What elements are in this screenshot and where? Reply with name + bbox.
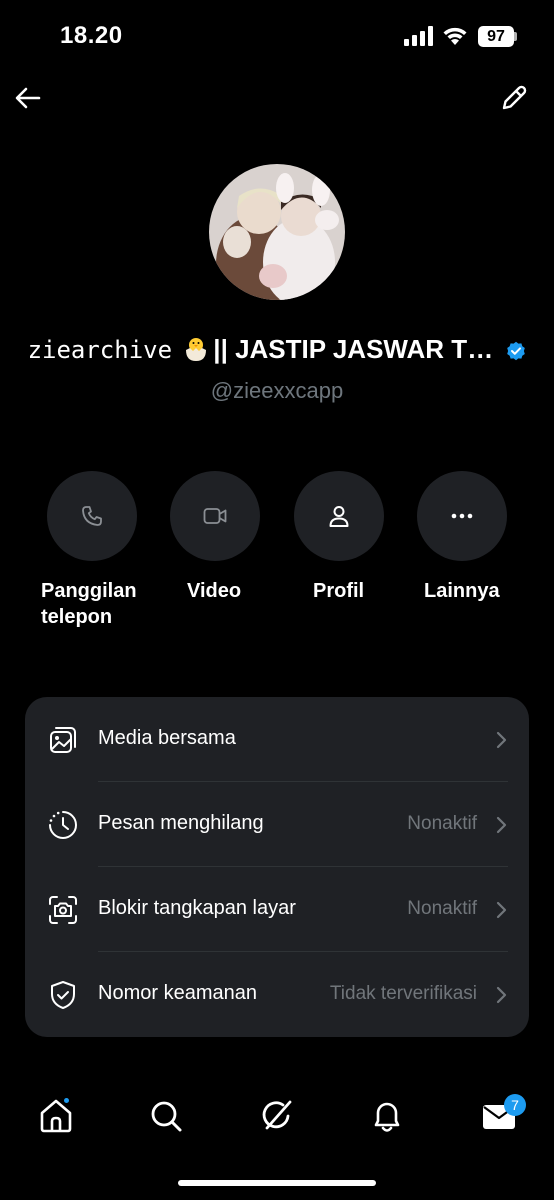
display-name-prefix: ziearchive: [27, 336, 173, 364]
shield-icon: [51, 981, 75, 1009]
video-icon: [203, 508, 227, 524]
nav-home[interactable]: [36, 1096, 76, 1136]
person-icon: [329, 506, 349, 527]
settings-row-security-number[interactable]: Nomor keamanan Tidak terverifikasi: [25, 952, 529, 1037]
verified-badge-icon: [507, 341, 526, 361]
avatar-photo: [209, 164, 345, 300]
chevron-right-icon: [496, 731, 507, 749]
profile-button-label: Profil: [313, 580, 365, 602]
nav-notifications[interactable]: [367, 1096, 407, 1136]
edit-pencil-icon[interactable]: [498, 82, 530, 114]
messages-unread-badge: 7: [504, 1094, 526, 1116]
disappearing-messages-value: Nonaktif: [407, 813, 477, 834]
video-call-button[interactable]: [170, 471, 260, 561]
home-notification-dot: [64, 1098, 69, 1103]
hatching-chick-emoji-icon: [186, 338, 207, 361]
more-button-label: Lainnya: [424, 580, 500, 602]
block-screenshots-value: Nonaktif: [407, 898, 477, 919]
timer-icon: [49, 811, 77, 839]
security-number-label: Nomor keamanan: [98, 982, 257, 1004]
phone-icon: [82, 506, 102, 526]
nav-search[interactable]: [146, 1096, 186, 1136]
screenshot-icon: [49, 896, 77, 924]
chevron-right-icon: [496, 986, 507, 1004]
wifi-icon: [443, 27, 467, 45]
chevron-right-icon: [496, 901, 507, 919]
display-name: ziearchive || JASTIP JASWAR T…: [0, 334, 554, 365]
call-label-line2: telepon: [41, 606, 113, 628]
disappearing-messages-label: Pesan menghilang: [98, 812, 264, 834]
home-icon: [40, 1099, 72, 1133]
security-number-value: Tidak terverifikasi: [329, 983, 477, 1004]
video-button-label: Video: [187, 580, 242, 602]
settings-row-disappearing-messages[interactable]: Pesan menghilang Nonaktif: [25, 782, 529, 867]
battery-tip: [514, 32, 517, 41]
chevron-right-icon: [496, 816, 507, 834]
settings-row-block-screenshots[interactable]: Blokir tangkapan layar Nonaktif: [25, 867, 529, 952]
profile-avatar[interactable]: [209, 164, 345, 300]
block-screenshots-label: Blokir tangkapan layar: [98, 897, 296, 919]
more-icon: [451, 513, 473, 519]
media-icon: [50, 727, 76, 753]
search-icon: [151, 1101, 182, 1132]
call-button-label: Panggilan telepon: [41, 578, 137, 630]
bell-icon: [374, 1102, 400, 1132]
more-button[interactable]: [417, 471, 507, 561]
grok-icon: [262, 1100, 292, 1130]
back-arrow-icon[interactable]: [12, 82, 44, 114]
battery-indicator: 97: [478, 26, 514, 47]
home-indicator: [178, 1180, 376, 1186]
profile-button[interactable]: [294, 471, 384, 561]
shared-media-label: Media bersama: [98, 727, 236, 749]
call-button[interactable]: [47, 471, 137, 561]
cellular-signal-icon: [404, 26, 433, 46]
settings-row-shared-media[interactable]: Media bersama: [25, 697, 529, 782]
username-handle: @zieexxcapp: [210, 378, 344, 403]
nav-grok[interactable]: [257, 1096, 297, 1136]
status-time: 18.20: [60, 22, 123, 49]
conversation-settings-card: Media bersama Pesan menghilang Nonaktif …: [25, 697, 529, 1037]
display-name-suffix: || JASTIP JASWAR T…: [213, 334, 494, 364]
call-label-line1: Panggilan: [41, 580, 137, 602]
